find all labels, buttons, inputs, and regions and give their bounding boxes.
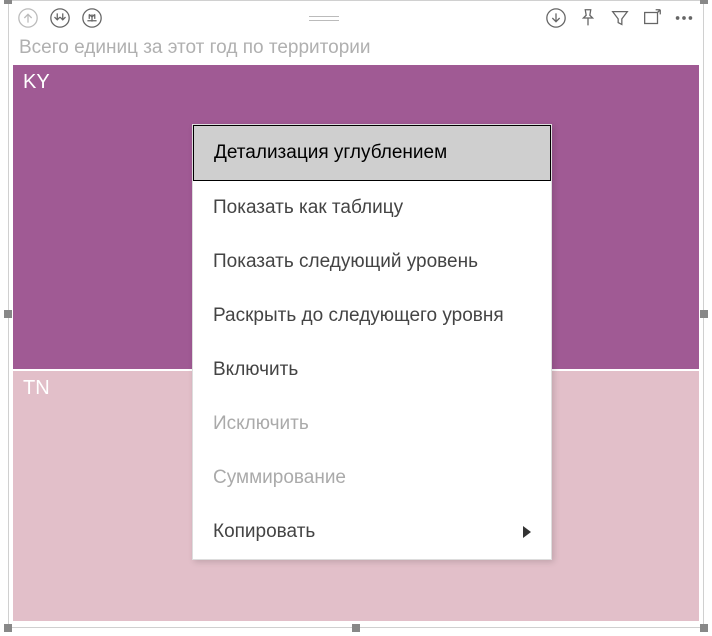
resize-handle[interactable] xyxy=(4,624,12,632)
menu-label: Копировать xyxy=(213,521,315,543)
menu-label: Показать как таблицу xyxy=(213,197,403,219)
drill-one-icon[interactable] xyxy=(79,5,105,31)
drag-grip-icon[interactable] xyxy=(304,16,344,21)
menu-label: Раскрыть до следующего уровня xyxy=(213,305,504,327)
focus-mode-icon[interactable] xyxy=(639,5,665,31)
resize-handle[interactable] xyxy=(700,0,708,4)
menu-item-copy[interactable]: Копировать xyxy=(193,505,551,559)
resize-handle[interactable] xyxy=(700,624,708,632)
resize-handle[interactable] xyxy=(700,310,708,318)
filter-icon[interactable] xyxy=(607,5,633,31)
menu-item-include[interactable]: Включить xyxy=(193,343,551,397)
more-options-icon[interactable] xyxy=(671,5,697,31)
drill-up-icon xyxy=(15,5,41,31)
menu-label: Детализация углублением xyxy=(214,142,447,164)
drill-mode-icon[interactable] xyxy=(543,5,569,31)
pin-icon[interactable] xyxy=(575,5,601,31)
resize-handle[interactable] xyxy=(4,0,12,4)
resize-handle[interactable] xyxy=(4,310,12,318)
menu-item-exclude: Исключить xyxy=(193,397,551,451)
chart-title: Всего единиц за этот год по территории xyxy=(9,35,703,65)
menu-label: Суммирование xyxy=(213,467,346,489)
menu-label: Показать следующий уровень xyxy=(213,251,478,273)
drill-all-down-icon[interactable] xyxy=(47,5,73,31)
context-menu: Детализация углублением Показать как таб… xyxy=(192,124,552,560)
visual-toolbar xyxy=(9,1,703,35)
menu-label: Исключить xyxy=(213,413,309,435)
menu-item-show-next-level[interactable]: Показать следующий уровень xyxy=(193,235,551,289)
tile-label: KY xyxy=(23,71,50,93)
menu-item-drill-down[interactable]: Детализация углублением xyxy=(193,125,551,181)
menu-item-show-as-table[interactable]: Показать как таблицу xyxy=(193,181,551,235)
menu-item-expand-next-level[interactable]: Раскрыть до следующего уровня xyxy=(193,289,551,343)
resize-handle[interactable] xyxy=(352,624,360,632)
menu-item-summarize: Суммирование xyxy=(193,451,551,505)
chevron-right-icon xyxy=(523,526,531,538)
tile-label: TN xyxy=(23,377,50,399)
menu-label: Включить xyxy=(213,359,298,381)
